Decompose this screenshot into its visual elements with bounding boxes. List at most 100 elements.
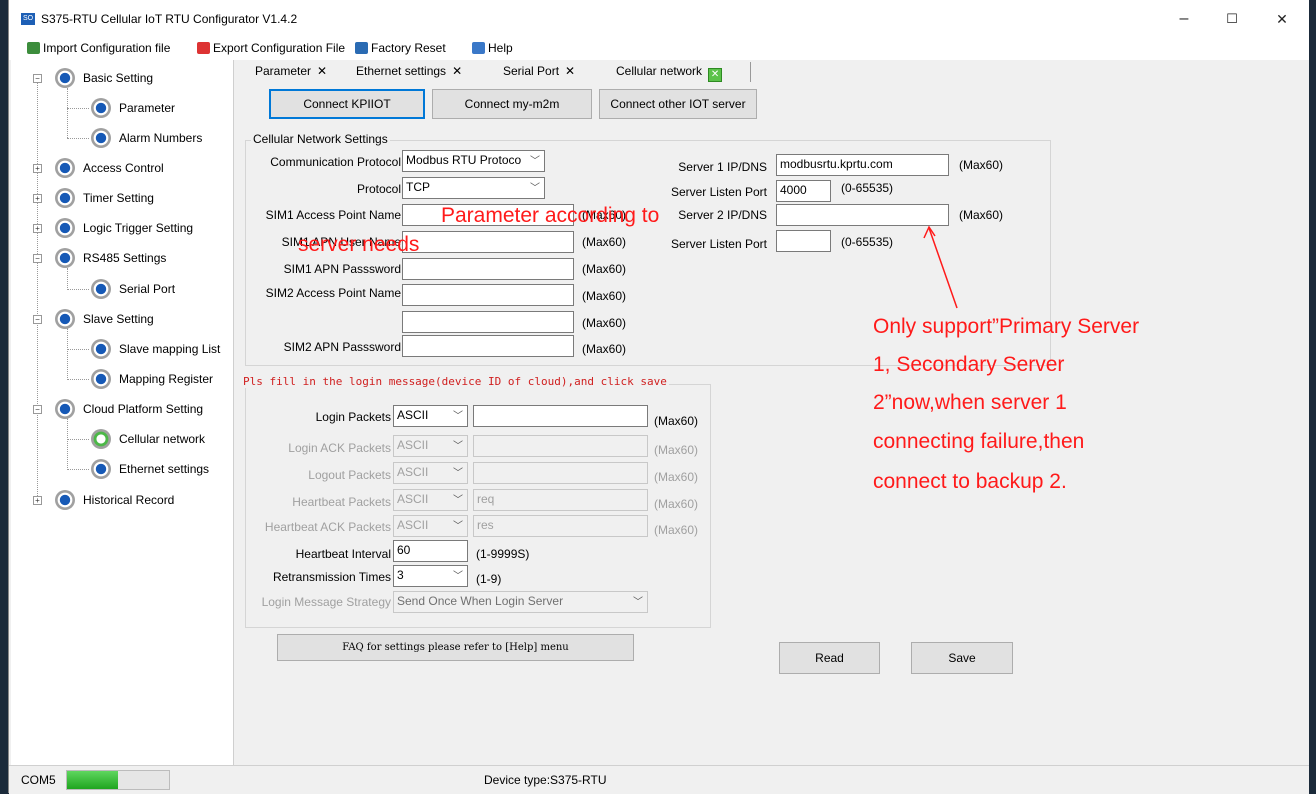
protocol-value: TCP (406, 180, 430, 194)
server2-port-label: Server Listen Port (670, 237, 767, 251)
maximize-button[interactable]: ☐ (1209, 6, 1255, 32)
device-type-label: Device type:S375-RTU (484, 773, 607, 787)
sim2-apn-label: SIM2 Access Point Name (265, 286, 401, 300)
tab-close-icon[interactable]: ✕ (452, 64, 462, 78)
menu-export[interactable]: Export Configuration File (197, 41, 345, 55)
save-button[interactable]: Save (911, 642, 1013, 674)
login-packets-select[interactable]: ASCII ﹀ (393, 405, 468, 427)
tab-close-icon[interactable]: ✕ (565, 64, 575, 78)
sim1-pass-max: (Max60) (582, 262, 627, 276)
expand-icon[interactable]: + (33, 194, 42, 203)
retransmission-label: Retransmission Times (272, 570, 391, 584)
heartbeat-ack-select: ASCII ﹀ (393, 515, 468, 537)
logout-select: ASCII ﹀ (393, 462, 468, 484)
progress-fill (67, 771, 118, 789)
login-packets-input[interactable] (473, 405, 648, 427)
sim1-user-input[interactable] (402, 231, 574, 253)
login-ack-max: (Max60) (654, 443, 699, 457)
collapse-icon[interactable]: − (33, 254, 42, 263)
tab-label: Ethernet settings (356, 64, 447, 78)
tab-cellular-network[interactable]: Cellular network ✕ (616, 64, 723, 82)
server2-port-input[interactable] (776, 230, 831, 252)
menu-help[interactable]: Help (472, 41, 513, 55)
annotation-arrow (923, 225, 958, 309)
gear-icon (91, 339, 111, 359)
minimize-button[interactable]: – (1161, 6, 1207, 32)
sim1-pass-input[interactable] (402, 258, 574, 280)
tree-label: RS485 Settings (83, 251, 167, 265)
tab-ethernet-settings[interactable]: Ethernet settings ✕ (356, 64, 462, 78)
gear-icon (55, 490, 75, 510)
heartbeat-ack-input: res (473, 515, 648, 537)
sim2-user-input[interactable] (402, 311, 574, 333)
sim2-pass-input[interactable] (402, 335, 574, 357)
help-icon (472, 42, 485, 54)
connect-kpiiot-button[interactable]: Connect KPIIOT (269, 89, 425, 119)
login-ack-format: ASCII (397, 438, 429, 452)
chevron-down-icon: ﹀ (453, 521, 463, 532)
connect-other-iot-button[interactable]: Connect other IOT server (599, 89, 757, 119)
connection-progress (66, 770, 170, 790)
tree-label: Mapping Register (119, 372, 214, 386)
server1-input[interactable]: modbusrtu.kprtu.com (776, 154, 949, 176)
sim2-apn-input[interactable] (402, 284, 574, 306)
heartbeat-value: req (477, 492, 495, 506)
expand-icon[interactable]: + (33, 164, 42, 173)
menu-factory-reset[interactable]: Factory Reset (355, 41, 446, 55)
faq-button[interactable]: FAQ for settings please refer to [Help] … (277, 634, 634, 661)
close-button[interactable]: ✕ (1259, 6, 1305, 32)
tree-label: Timer Setting (83, 191, 154, 205)
chevron-down-icon: ﹀ (530, 156, 540, 167)
reset-icon (355, 42, 368, 54)
server2-max: (Max60) (959, 208, 1004, 222)
login-strategy-select: Send Once When Login Server ﹀ (393, 591, 648, 613)
cellular-group-title: Cellular Network Settings (251, 132, 390, 146)
collapse-icon[interactable]: − (33, 405, 42, 414)
server1-port-input[interactable]: 4000 (776, 180, 831, 202)
heartbeat-ack-format: ASCII (397, 518, 429, 532)
annotation-server-line2: 1, Secondary Server (873, 353, 1065, 376)
sim2-user-max: (Max60) (582, 316, 627, 330)
annotation-server-line1: Only support”Primary Server (873, 315, 1140, 338)
read-button[interactable]: Read (779, 642, 880, 674)
tab-close-icon[interactable]: ✕ (708, 68, 723, 82)
comm-protocol-select[interactable]: Modbus RTU Protoco ﹀ (402, 150, 545, 172)
retransmission-select[interactable]: 3 ﹀ (393, 565, 468, 587)
gear-icon (91, 128, 111, 148)
sim1-pass-label: SIM1 APN Passsword (283, 262, 401, 276)
login-packets-max: (Max60) (654, 414, 699, 428)
tree-label: Slave mapping List (119, 342, 221, 356)
tree-label: Cellular network (119, 432, 206, 446)
import-icon (27, 42, 40, 54)
tab-parameter[interactable]: Parameter ✕ (255, 64, 327, 78)
expand-icon[interactable]: + (33, 224, 42, 233)
connect-my-m2m-button[interactable]: Connect my-m2m (432, 89, 592, 119)
annotation-parameter-line2: server needs (298, 233, 420, 256)
window-title: S375-RTU Cellular IoT RTU Configurator V… (41, 12, 298, 26)
chevron-down-icon: ﹀ (453, 441, 463, 452)
protocol-select[interactable]: TCP ﹀ (402, 177, 545, 199)
tab-strip: Parameter ✕ Ethernet settings ✕ Serial Por… (238, 60, 1309, 84)
tab-close-icon[interactable]: ✕ (317, 64, 327, 78)
heartbeat-interval-input[interactable]: 60 (393, 540, 468, 562)
logout-input (473, 462, 648, 484)
menu-import[interactable]: Import Configuration file (27, 41, 170, 55)
sim2-pass-label: SIM2 APN Passsword (283, 340, 401, 354)
menu-import-label: Import Configuration file (43, 41, 171, 55)
heartbeat-format: ASCII (397, 492, 429, 506)
status-bar: COM5 Device type:S375-RTU (9, 765, 1309, 794)
server1-port-label: Server Listen Port (670, 185, 767, 199)
annotation-server-line5: connect to backup 2. (873, 470, 1067, 493)
tree-label: Ethernet settings (119, 462, 210, 476)
expand-icon[interactable]: + (33, 496, 42, 505)
server1-max: (Max60) (959, 158, 1004, 172)
collapse-icon[interactable]: − (33, 74, 42, 83)
sim2-apn-max: (Max60) (582, 289, 627, 303)
tab-serial-port[interactable]: Serial Port ✕ (503, 64, 575, 78)
server1-port-value: 4000 (780, 183, 807, 197)
menu-bar: Import Configuration file Export Configu… (9, 38, 1309, 60)
heartbeat-ack-max: (Max60) (654, 523, 699, 537)
tree-label: Parameter (119, 101, 176, 115)
collapse-icon[interactable]: − (33, 315, 42, 324)
tree-label: Cloud Platform Setting (83, 402, 204, 416)
